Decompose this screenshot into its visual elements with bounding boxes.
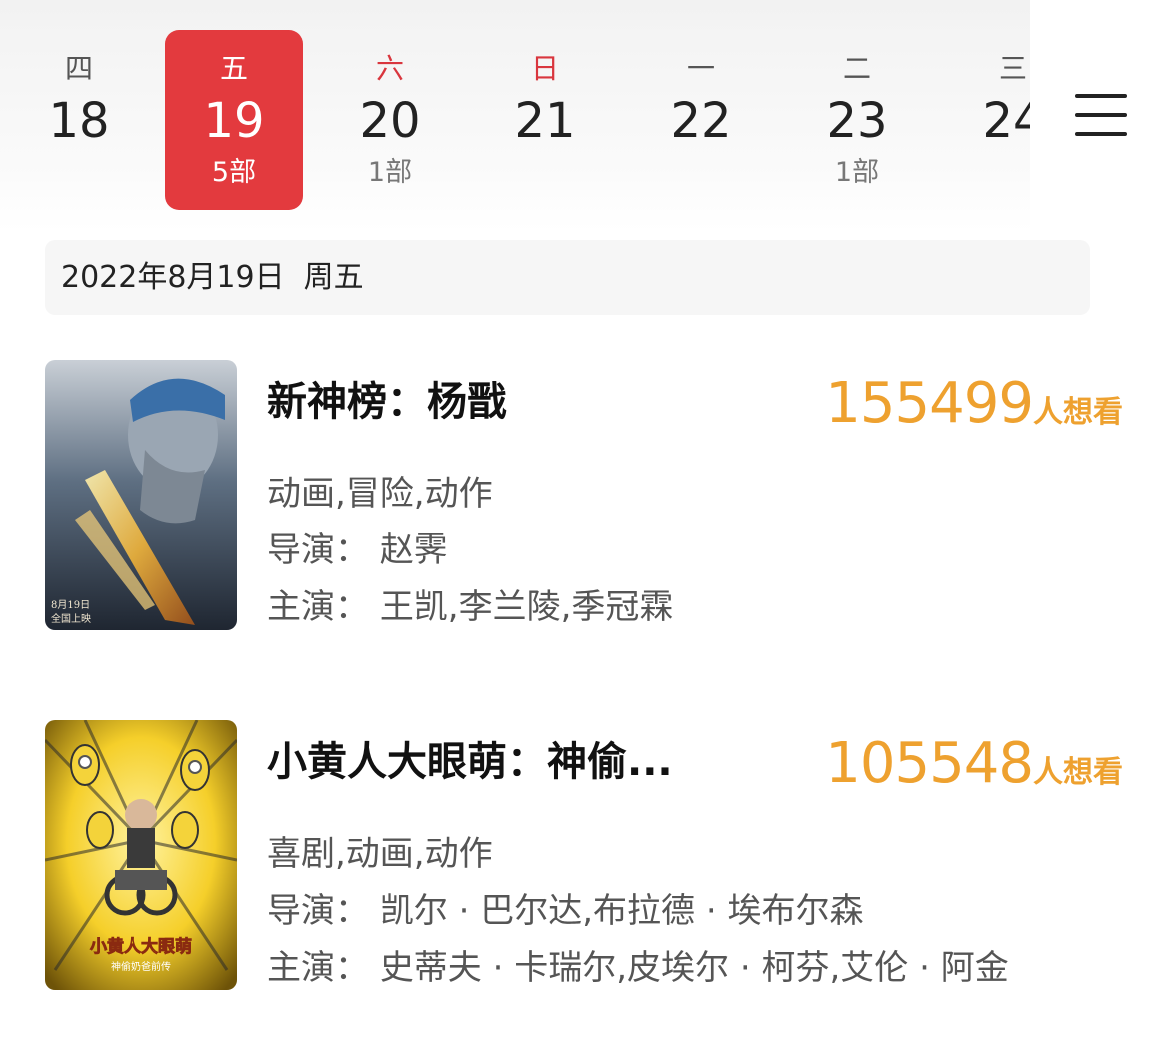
- day-fri-19-selected[interactable]: 五 19 5部: [165, 30, 303, 210]
- svg-text:神偷奶爸前传: 神偷奶爸前传: [111, 960, 171, 973]
- selected-date-text: 2022年8月19日 周五: [61, 260, 364, 295]
- day-weekday: 二: [842, 52, 871, 85]
- day-number: 23: [826, 93, 888, 149]
- director-value: 赵霁: [379, 530, 448, 570]
- svg-text:全国上映: 全国上映: [51, 612, 91, 625]
- day-weekday: 日: [530, 52, 559, 85]
- want-to-see-count: 155499人想看: [825, 372, 1123, 436]
- movie-card-yangjian[interactable]: 8月19日 全国上映 新神榜：杨戬 155499人想看 动画,冒险,动作 导演：…: [45, 360, 1135, 632]
- date-selector-strip[interactable]: 四 18 五 19 5部 六 20 1部 日 21 一 22 二 23 1部 三…: [0, 0, 1030, 232]
- day-tue-23[interactable]: 二 23 1部: [788, 30, 926, 210]
- menu-icon-bar: [1075, 113, 1127, 117]
- want-count-number: 105548: [825, 731, 1034, 796]
- day-sat-20[interactable]: 六 20 1部: [321, 30, 459, 210]
- svg-text:8月19日: 8月19日: [51, 599, 90, 611]
- cast-label: 主演：: [267, 587, 369, 627]
- day-thu-18[interactable]: 四 18: [10, 30, 148, 210]
- movie-cast-row: 主演： 史蒂夫 · 卡瑞尔,皮埃尔 · 柯芬,艾伦 · 阿金: [267, 948, 1009, 988]
- want-count-label: 人想看: [1033, 395, 1123, 430]
- movie-genres: 喜剧,动画,动作: [267, 834, 493, 874]
- movie-title[interactable]: 小黄人大眼萌：神偷...: [267, 738, 673, 786]
- cast-value: 史蒂夫 · 卡瑞尔,皮埃尔 · 柯芬,艾伦 · 阿金: [379, 948, 1009, 988]
- day-number: 19: [203, 93, 265, 149]
- day-number: 24: [982, 93, 1030, 149]
- day-number: 21: [514, 93, 576, 149]
- day-movie-count: 1部: [367, 157, 413, 188]
- movie-release-calendar-page: 四 18 五 19 5部 六 20 1部 日 21 一 22 二 23 1部 三…: [0, 0, 1170, 1064]
- director-value: 凯尔 · 巴尔达,布拉德 · 埃布尔森: [379, 891, 864, 931]
- want-count-label: 人想看: [1033, 755, 1123, 790]
- day-number: 22: [670, 93, 732, 149]
- menu-icon-bar: [1075, 132, 1127, 136]
- menu-icon[interactable]: [1075, 92, 1127, 140]
- poster-minions-image: 小黄人大眼萌 神偷奶爸前传: [45, 720, 237, 990]
- day-weekday: 一: [686, 52, 715, 85]
- director-label: 导演：: [267, 891, 369, 931]
- day-number: 18: [48, 93, 110, 149]
- movie-director-row: 导演： 凯尔 · 巴尔达,布拉德 · 埃布尔森: [267, 891, 863, 931]
- movie-genres: 动画,冒险,动作: [267, 474, 493, 514]
- movie-cast-row: 主演： 王凯,李兰陵,季冠霖: [267, 587, 673, 627]
- day-movie-count: 5部: [211, 157, 257, 188]
- menu-icon-bar: [1075, 94, 1127, 98]
- movie-poster[interactable]: 8月19日 全国上映: [45, 360, 237, 630]
- svg-text:小黄人大眼萌: 小黄人大眼萌: [90, 936, 192, 957]
- menu-area: [1030, 0, 1170, 232]
- movie-director-row: 导演： 赵霁: [267, 530, 448, 570]
- movie-card-minions[interactable]: 小黄人大眼萌 神偷奶爸前传 小黄人大眼萌：神偷... 105548人想看 喜剧,…: [45, 720, 1135, 992]
- day-movie-count: 1部: [834, 157, 880, 188]
- day-weekday: 三: [998, 52, 1027, 85]
- movie-title[interactable]: 新神榜：杨戬: [267, 378, 507, 426]
- day-weekday: 五: [219, 52, 248, 85]
- poster-yangjian-image: 8月19日 全国上映: [45, 360, 237, 630]
- day-weekday: 四: [64, 52, 93, 85]
- day-number: 20: [359, 93, 421, 149]
- day-mon-22[interactable]: 一 22: [632, 30, 770, 210]
- selected-date-header: 2022年8月19日 周五: [45, 240, 1090, 315]
- movie-poster[interactable]: 小黄人大眼萌 神偷奶爸前传: [45, 720, 237, 990]
- day-sun-21[interactable]: 日 21: [476, 30, 614, 210]
- director-label: 导演：: [267, 530, 369, 570]
- day-weekday: 六: [375, 52, 404, 85]
- cast-label: 主演：: [267, 948, 369, 988]
- want-count-number: 155499: [825, 371, 1034, 436]
- day-wed-24[interactable]: 三 24: [944, 30, 1030, 210]
- cast-value: 王凯,李兰陵,季冠霖: [379, 587, 674, 627]
- want-to-see-count: 105548人想看: [825, 732, 1123, 796]
